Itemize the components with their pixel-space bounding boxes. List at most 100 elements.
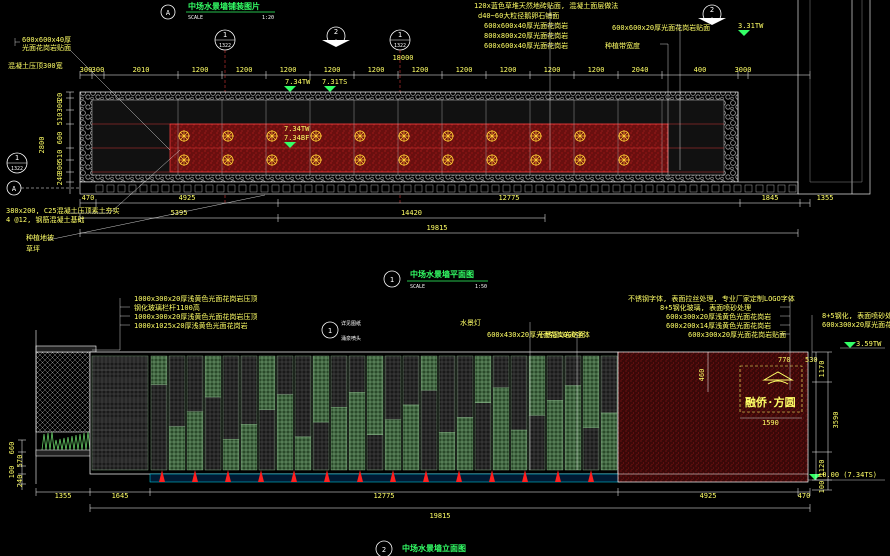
grass-blade (85, 431, 91, 451)
wall-panel (150, 355, 168, 385)
level-marker-top: 3.59TW (840, 340, 885, 349)
callout-num: 2 (334, 28, 338, 36)
svg-text:详见图纸: 详见图纸 (341, 320, 361, 327)
svg-text:600x600x40厚: 600x600x40厚 (22, 36, 71, 44)
elevation-notes-left: 1000x300x20厚浅黄色光面花岗岩压顶 钢化玻璃栏杆1100高 1000x… (92, 294, 257, 351)
wall-panel (186, 355, 204, 413)
callout-ref: - (334, 37, 337, 43)
wall-panel (258, 409, 276, 471)
wall-panel (600, 355, 618, 414)
plan-bottom-total: 19815 (426, 224, 447, 232)
dim-label: 1200 (500, 66, 517, 74)
cad-drawing: A 中场水景墙铺装图片 SCALE 1:20 1 1322 2 - 1 1322 (6, 0, 890, 556)
svg-text:600x600x20厚光面花岗岩贴面: 600x600x20厚光面花岗岩贴面 (612, 23, 710, 32)
dim-label: 400 (694, 66, 707, 74)
wall-panel (438, 355, 456, 433)
svg-text:种植地被: 种植地被 (26, 233, 54, 242)
svg-text:1:50: 1:50 (475, 284, 487, 290)
svg-text:8+5钢化玻璃, 表面喷砂处理: 8+5钢化玻璃, 表面喷砂处理 (660, 303, 751, 312)
wall-panel (582, 355, 600, 429)
section-callout-3: 1 1322 (389, 29, 411, 51)
wall-panel (564, 385, 582, 471)
svg-text:草坪: 草坪 (26, 244, 40, 253)
svg-text:不锈钢字体, 表面拉丝处理, 专业厂家定制LOGO字体: 不锈钢字体, 表面拉丝处理, 专业厂家定制LOGO字体 (628, 294, 795, 303)
svg-text:600x200x14厚浅黄色光面花岗岩: 600x200x14厚浅黄色光面花岗岩 (666, 321, 771, 330)
wall-panel (402, 355, 420, 406)
elevation-bottom-dimensions: 1355 1645 12775 4925 470 (35, 488, 810, 512)
svg-text:混凝土压顶300宽: 混凝土压顶300宽 (8, 61, 63, 70)
svg-text:1322: 1322 (11, 166, 23, 172)
dim-label: 1200 (456, 66, 473, 74)
dim-label: 1200 (324, 66, 341, 74)
wall-panel (222, 355, 240, 440)
section-callout-4: 2 - (698, 4, 726, 25)
wall-panel (258, 355, 276, 410)
elevation-title-number: 2 (382, 546, 386, 554)
wall-panel (456, 355, 474, 418)
plan-left-dimensions: 20300510600510300240 (56, 91, 74, 186)
svg-text:1000x300x20厚浅黄色光面花岗岩压顶: 1000x300x20厚浅黄色光面花岗岩压顶 (134, 294, 257, 303)
dim-label: 300 (56, 162, 64, 175)
wall-panel (312, 421, 330, 471)
wall-panel (474, 402, 492, 471)
dim-label: 3590 (832, 412, 840, 429)
wall-panel (222, 439, 240, 471)
wall-panel (438, 432, 456, 471)
wall-panel (150, 384, 168, 471)
dim-label: 2040 (632, 66, 649, 74)
plan-subtitle: A 中场水景墙铺装图片 SCALE 1:20 (160, 1, 275, 21)
wall-panel (366, 355, 384, 435)
plan-title-block: 1 中场水景墙平面图 SCALE 1:50 (383, 269, 488, 290)
level-marker: 7.34TW (284, 78, 311, 92)
wall-panel (510, 429, 528, 471)
svg-text:600x300x20厚光面花岗岩贴面: 600x300x20厚光面花岗岩贴面 (688, 330, 786, 339)
callout-ref: - (710, 15, 713, 21)
dim-label: 2010 (133, 66, 150, 74)
dim-label: 1120 (818, 460, 826, 477)
dim-label: 1200 (544, 66, 561, 74)
grass-blade (61, 437, 67, 451)
wall-panel (474, 355, 492, 403)
wall-panel (600, 412, 618, 471)
elevation-view: 融侨·方圆 770 530 1590 3.59TW ±0.00 (7.34TS)… (8, 294, 890, 556)
plan-dim-total-top: 18000 (392, 54, 413, 62)
grass-blade (69, 435, 75, 451)
svg-text:A: A (12, 185, 17, 193)
svg-text:不锈钢LOGO字体: 不锈钢LOGO字体 (538, 330, 590, 339)
wall-panel (420, 390, 438, 471)
wall-panel (168, 426, 186, 471)
svg-text:涌泉喷头: 涌泉喷头 (341, 335, 361, 342)
wall-panel (492, 355, 510, 389)
elevation-left-dimensions: 660570100240 (8, 439, 26, 487)
elevation-notes-far-right: 8+5钢化, 表面喷砂处理 600x300x20厚光面花岗岩 (811, 311, 890, 360)
svg-text:1: 1 (15, 154, 19, 162)
dim-label: 3000 (735, 66, 752, 74)
wall-panel (528, 415, 546, 471)
plan-left-callout: 1 1322 A (6, 152, 80, 196)
svg-text:7.31TS: 7.31TS (322, 78, 347, 86)
dim-label: 1355 (55, 492, 72, 500)
grass-blade (53, 439, 59, 451)
wall-panel (91, 355, 149, 471)
dim-label: 100 (8, 466, 16, 479)
callout-ref: 1322 (394, 43, 406, 49)
dim-label: 240 (56, 173, 64, 186)
svg-text:1590: 1590 (762, 419, 779, 427)
svg-text:d40~60大粒径鹅卵石铺面: d40~60大粒径鹅卵石铺面 (478, 11, 559, 20)
svg-text:4 @12, 钢筋混凝土基础: 4 @12, 钢筋混凝土基础 (6, 215, 85, 224)
plan-subtitle-scale-value: 1:20 (262, 15, 274, 21)
wall-panel (348, 392, 366, 471)
svg-text:120x蓝色草堆天然地砖贴面, 混凝土面层做法: 120x蓝色草堆天然地砖贴面, 混凝土面层做法 (474, 1, 618, 10)
grass-blade (73, 434, 79, 451)
svg-text:3.31TW: 3.31TW (738, 22, 764, 30)
plan-left-total: 2800 (38, 137, 46, 154)
svg-text:1000x1025x20厚浅黄色光面花岗岩: 1000x1025x20厚浅黄色光面花岗岩 (134, 321, 248, 330)
dim-label: 300 (80, 66, 93, 74)
wall-panel (240, 424, 258, 471)
svg-text:种植带宽度: 种植带宽度 (605, 41, 640, 50)
dim-label: 1200 (412, 66, 429, 74)
wall-panel (330, 355, 348, 408)
water-basin (149, 473, 621, 483)
wall-panel (420, 355, 438, 391)
dim-label: 12775 (498, 194, 519, 202)
